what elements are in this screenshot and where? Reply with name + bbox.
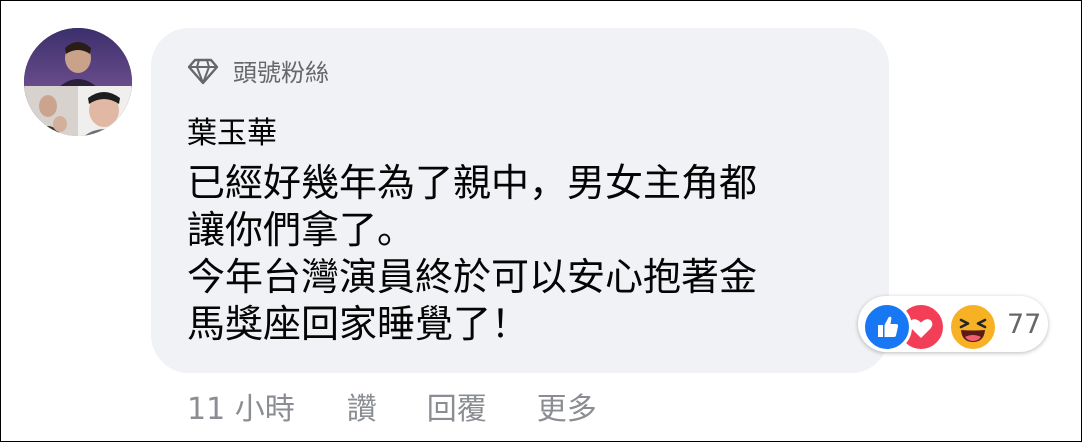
reply-button[interactable]: 回覆 — [427, 384, 487, 428]
diamond-icon — [187, 57, 219, 85]
reactions-summary[interactable]: 77 — [858, 296, 1048, 352]
comment-bubble: 頭號粉絲 葉玉華 已經好幾年為了親中，男女主角都 讓你們拿了。 今年台灣演員終於… — [151, 28, 889, 373]
like-icon — [862, 302, 912, 352]
comment-timestamp[interactable]: 11 小時 — [187, 384, 295, 428]
comment-text: 已經好幾年為了親中，男女主角都 讓你們拿了。 今年台灣演員終於可以安心抱著金 馬… — [187, 160, 867, 348]
avatar[interactable] — [24, 28, 132, 136]
haha-icon — [948, 302, 998, 352]
more-button[interactable]: 更多 — [537, 384, 597, 428]
comment-actions: 11 小時 讚 回覆 更多 — [187, 384, 647, 428]
comment-author[interactable]: 葉玉華 — [187, 108, 277, 152]
comment-text-line: 已經好幾年為了親中，男女主角都 — [187, 161, 758, 205]
top-fan-badge[interactable]: 頭號粉絲 — [187, 53, 329, 88]
top-fan-label: 頭號粉絲 — [233, 59, 329, 87]
comment-screenshot: 頭號粉絲 葉玉華 已經好幾年為了親中，男女主角都 讓你們拿了。 今年台灣演員終於… — [0, 0, 1082, 442]
like-button[interactable]: 讚 — [347, 384, 377, 428]
comment-text-line: 讓你們拿了。 — [187, 208, 416, 252]
reaction-count: 77 — [1007, 309, 1042, 340]
comment-text-line: 馬獎座回家睡覺了！ — [187, 302, 530, 346]
comment-text-line: 今年台灣演員終於可以安心抱著金 — [187, 255, 758, 299]
